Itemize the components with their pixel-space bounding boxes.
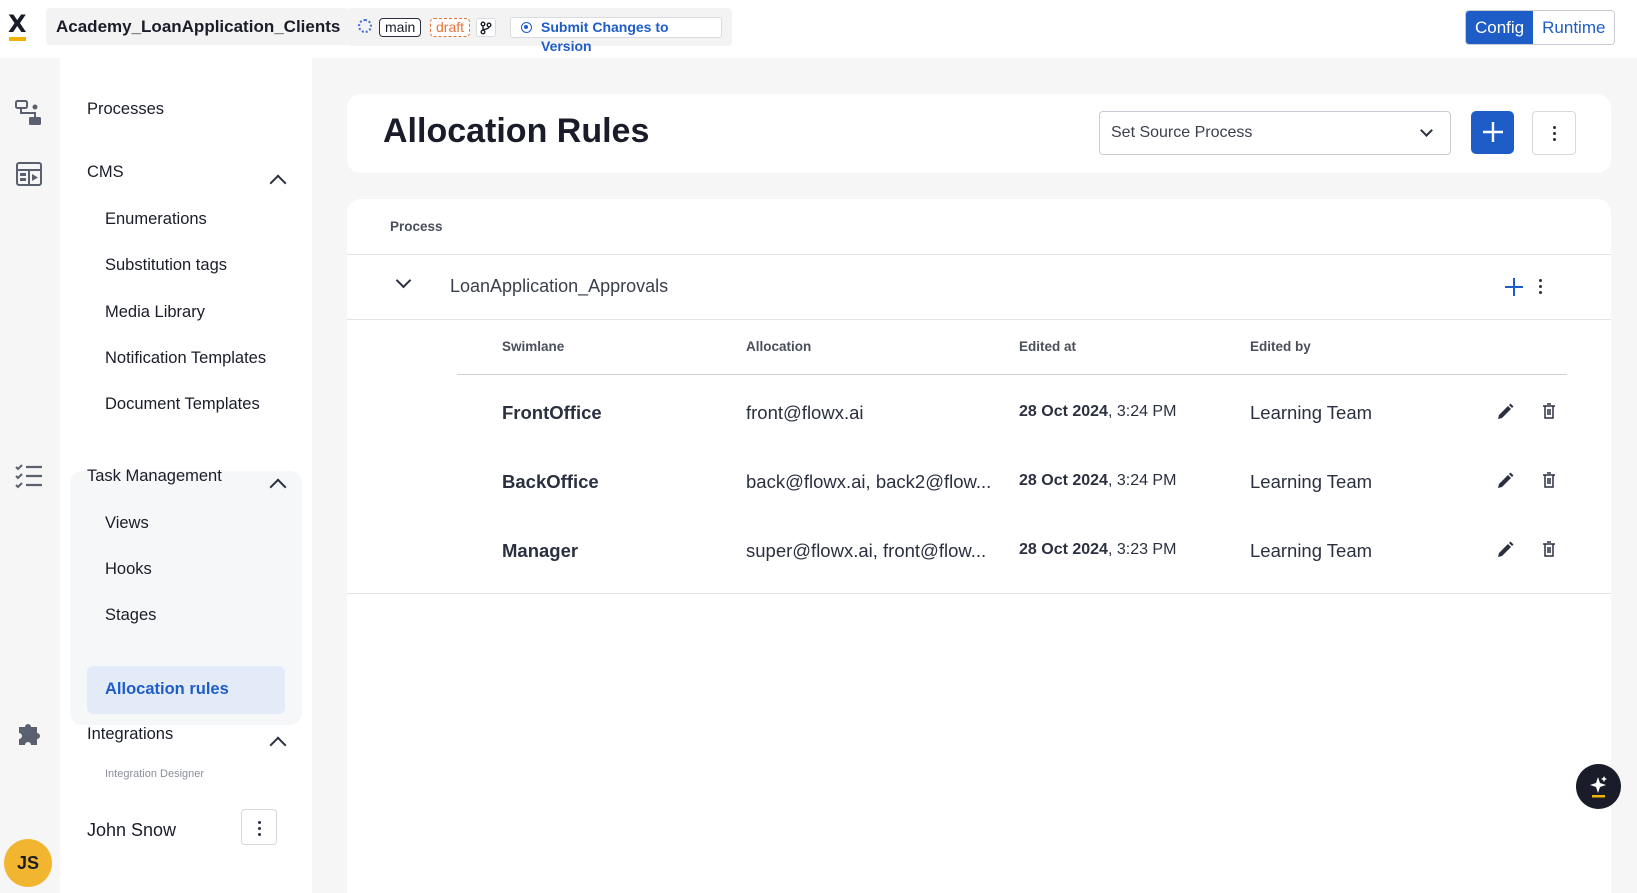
app-name[interactable]: Academy_LoanApplication_Clients bbox=[46, 8, 351, 45]
sidebar-item-stages[interactable]: Stages bbox=[105, 606, 156, 625]
plus-icon bbox=[1482, 122, 1503, 142]
app-logo[interactable]: X bbox=[6, 12, 28, 42]
logo-underline bbox=[9, 37, 26, 41]
draft-tag: draft bbox=[430, 18, 471, 37]
icon-rail bbox=[0, 58, 60, 893]
edit-icon[interactable] bbox=[1495, 540, 1515, 560]
source-process-placeholder: Set Source Process bbox=[1111, 124, 1253, 141]
logo-mark: X bbox=[8, 10, 27, 38]
edited-by-value: Learning Team bbox=[1250, 471, 1373, 492]
chevron-down-icon[interactable] bbox=[395, 272, 412, 289]
edited-at-value: 28 Oct 2024, 3:23 PM bbox=[1019, 541, 1177, 558]
allocation-value: back@flowx.ai, back2@flow... bbox=[746, 471, 992, 492]
cms-icon[interactable] bbox=[14, 159, 44, 189]
edit-icon[interactable] bbox=[1495, 471, 1515, 491]
divider bbox=[347, 319, 1611, 320]
sparkle-icon bbox=[1590, 776, 1607, 798]
puzzle-icon[interactable] bbox=[14, 718, 44, 748]
swimlane-name: BackOffice bbox=[502, 471, 599, 492]
user-menu-button[interactable] bbox=[241, 809, 277, 845]
sidebar-item-media-library[interactable]: Media Library bbox=[105, 303, 205, 322]
divider bbox=[347, 254, 1611, 255]
edited-at-value: 28 Oct 2024, 3:24 PM bbox=[1019, 472, 1177, 489]
add-swimlane-icon[interactable] bbox=[1504, 277, 1524, 297]
swimlane-name: Manager bbox=[502, 540, 579, 561]
task-list-icon[interactable] bbox=[14, 461, 44, 491]
radio-dot-icon bbox=[521, 22, 532, 33]
top-bar: X Academy_LoanApplication_Clients main d… bbox=[0, 0, 1637, 58]
more-vertical-icon bbox=[1553, 126, 1557, 144]
sidebar-item-notification-templates[interactable]: Notification Templates bbox=[105, 349, 266, 368]
sidebar: Processes CMS Enumerations Substitution … bbox=[60, 58, 312, 893]
runtime-mode-button[interactable]: Runtime bbox=[1533, 11, 1615, 44]
process-column-header: Process bbox=[390, 219, 443, 234]
swimlane-name: FrontOffice bbox=[502, 402, 602, 423]
page-header: Allocation Rules Set Source Process bbox=[347, 94, 1611, 173]
swimlane-column-header: Swimlane bbox=[502, 339, 565, 354]
process-flow-icon[interactable] bbox=[14, 98, 44, 128]
version-bar: main draft Submit Changes to Version bbox=[348, 8, 732, 54]
mode-toggle: Config Runtime bbox=[1465, 10, 1616, 45]
sidebar-item-document-templates[interactable]: Document Templates bbox=[105, 395, 260, 414]
more-options-button[interactable] bbox=[1532, 111, 1576, 155]
submit-changes-button[interactable]: Submit Changes to Version bbox=[510, 17, 722, 54]
divider bbox=[457, 374, 1567, 375]
sidebar-item-processes[interactable]: Processes bbox=[87, 100, 164, 119]
allocation-value: front@flowx.ai bbox=[746, 402, 864, 423]
edited-by-value: Learning Team bbox=[1250, 402, 1373, 423]
user-avatar[interactable]: JS bbox=[4, 839, 52, 887]
edited-at-column-header: Edited at bbox=[1019, 339, 1077, 354]
sidebar-group-cms[interactable]: CMS bbox=[87, 163, 124, 182]
sidebar-item-hooks[interactable]: Hooks bbox=[105, 560, 152, 579]
source-process-select[interactable]: Set Source Process bbox=[1099, 111, 1451, 155]
allocation-rules-table: Process LoanApplication_Approvals Swimla… bbox=[347, 199, 1611, 893]
edited-by-value: Learning Team bbox=[1250, 540, 1373, 561]
trash-icon[interactable] bbox=[1541, 402, 1561, 422]
trash-icon[interactable] bbox=[1541, 540, 1561, 560]
sidebar-group-integrations[interactable]: Integrations bbox=[87, 725, 173, 744]
submit-changes-label: Submit Changes to Version bbox=[541, 19, 669, 54]
allocation-column-header: Allocation bbox=[746, 339, 812, 354]
chevron-down-icon bbox=[1420, 124, 1433, 137]
chevron-up-icon[interactable] bbox=[269, 174, 287, 192]
allocation-value: super@flowx.ai, front@flow... bbox=[746, 540, 987, 561]
user-name: John Snow bbox=[87, 820, 177, 840]
ai-assistant-button[interactable] bbox=[1576, 764, 1621, 809]
more-vertical-icon[interactable] bbox=[1539, 279, 1543, 297]
page-title: Allocation Rules bbox=[383, 112, 650, 150]
sidebar-item-enumerations[interactable]: Enumerations bbox=[105, 210, 207, 229]
config-mode-button[interactable]: Config bbox=[1466, 11, 1534, 44]
sidebar-item-substitution-tags[interactable]: Substitution tags bbox=[105, 256, 227, 275]
process-name[interactable]: LoanApplication_Approvals bbox=[450, 276, 668, 297]
sidebar-group-task-management[interactable]: Task Management bbox=[87, 467, 222, 486]
edited-by-column-header: Edited by bbox=[1250, 339, 1311, 354]
chevron-up-icon[interactable] bbox=[269, 736, 287, 754]
edit-icon[interactable] bbox=[1495, 402, 1515, 422]
divider bbox=[347, 593, 1611, 594]
sidebar-item-integration-designer[interactable]: Integration Designer bbox=[105, 768, 204, 780]
git-branch-icon[interactable] bbox=[476, 18, 496, 37]
sidebar-item-allocation-rules-label: Allocation rules bbox=[105, 680, 229, 698]
edited-at-value: 28 Oct 2024, 3:24 PM bbox=[1019, 403, 1177, 420]
sidebar-item-views[interactable]: Views bbox=[105, 514, 149, 533]
more-vertical-icon bbox=[258, 821, 262, 839]
loading-icon bbox=[358, 19, 372, 33]
trash-icon[interactable] bbox=[1541, 471, 1561, 491]
add-rule-button[interactable] bbox=[1471, 111, 1514, 154]
branch-tag[interactable]: main bbox=[379, 18, 422, 37]
